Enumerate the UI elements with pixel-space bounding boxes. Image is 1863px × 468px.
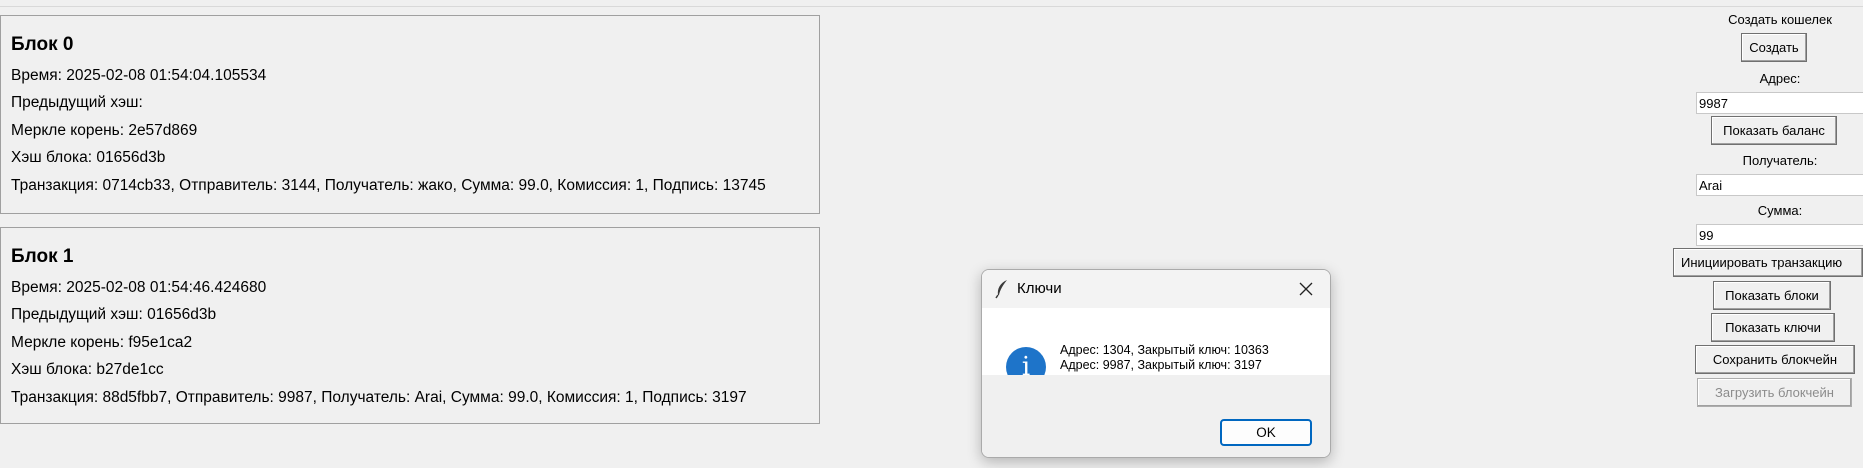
block-time: Время: 2025-02-08 01:54:04.105534 bbox=[11, 67, 267, 84]
block-card-0: Блок 0 Время: 2025-02-08 01:54:04.105534… bbox=[0, 15, 820, 214]
amount-input[interactable]: 99 bbox=[1696, 224, 1863, 246]
dialog-title: Ключи bbox=[1017, 280, 1062, 297]
save-blockchain-button[interactable]: Сохранить блокчейн bbox=[1695, 345, 1855, 374]
load-blockchain-button: Загрузить блокчейн bbox=[1697, 378, 1852, 407]
block-prev-hash: Предыдущий хэш: bbox=[11, 94, 143, 111]
create-wallet-button[interactable]: Создать bbox=[1741, 33, 1807, 62]
create-wallet-label: Создать кошелек bbox=[1728, 12, 1832, 27]
block-transaction: Транзакция: 0714cb33, Отправитель: 3144,… bbox=[11, 177, 766, 194]
block-transaction: Транзакция: 88d5fbb7, Отправитель: 9987,… bbox=[11, 389, 747, 406]
close-icon bbox=[1299, 282, 1313, 296]
block-title: Блок 1 bbox=[11, 246, 74, 267]
block-hash: Хэш блока: 01656d3b bbox=[11, 149, 166, 166]
amount-label: Сумма: bbox=[1757, 203, 1803, 218]
show-keys-button[interactable]: Показать ключи bbox=[1711, 313, 1835, 342]
dialog-titlebar[interactable]: Ключи bbox=[982, 270, 1330, 308]
dialog-message-line: Адрес: 9987, Закрытый ключ: 3197 bbox=[1060, 358, 1262, 372]
initiate-transaction-button[interactable]: Инициировать транзакцию bbox=[1673, 248, 1863, 277]
address-label: Адрес: bbox=[1759, 71, 1801, 86]
feather-icon bbox=[995, 280, 1007, 299]
close-button[interactable] bbox=[1292, 275, 1320, 303]
recipient-input[interactable]: Arai bbox=[1696, 174, 1863, 196]
block-card-1: Блок 1 Время: 2025-02-08 01:54:46.424680… bbox=[0, 227, 820, 424]
ok-button[interactable]: OK bbox=[1220, 419, 1312, 446]
recipient-label: Получатель: bbox=[1742, 153, 1818, 168]
show-blocks-button[interactable]: Показать блоки bbox=[1713, 281, 1831, 310]
block-prev-hash: Предыдущий хэш: 01656d3b bbox=[11, 306, 217, 323]
block-hash: Хэш блока: b27de1cc bbox=[11, 361, 164, 378]
address-input[interactable]: 9987 bbox=[1696, 92, 1863, 114]
block-time: Время: 2025-02-08 01:54:46.424680 bbox=[11, 279, 267, 296]
block-merkle-root: Меркле корень: 2e57d869 bbox=[11, 122, 198, 139]
keys-dialog: Ключи i Адрес: 1304, Закрытый ключ: 1036… bbox=[981, 269, 1331, 458]
show-balance-button[interactable]: Показать баланс bbox=[1711, 116, 1837, 145]
window-top-divider bbox=[0, 6, 1863, 7]
block-title: Блок 0 bbox=[11, 34, 74, 55]
block-merkle-root: Меркле корень: f95e1ca2 bbox=[11, 334, 193, 351]
dialog-message-line: Адрес: 1304, Закрытый ключ: 10363 bbox=[1060, 343, 1269, 357]
